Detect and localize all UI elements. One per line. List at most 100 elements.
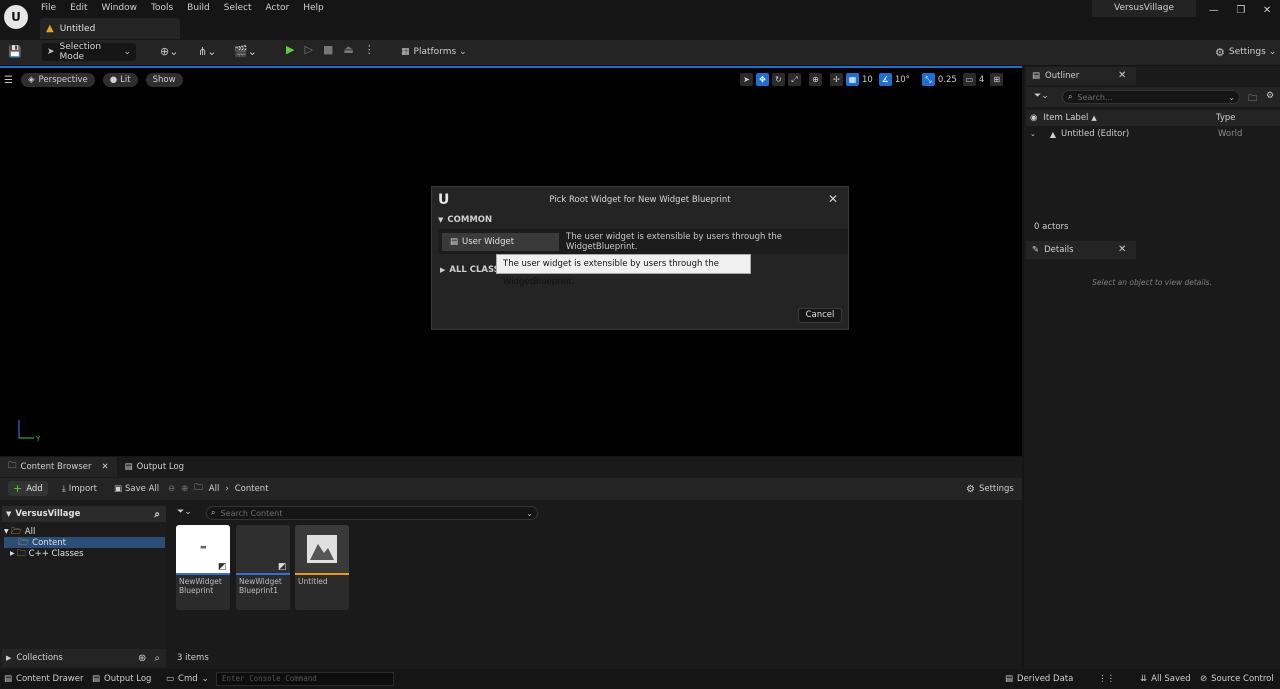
tab-content-browser[interactable]: 🗀 Content Browser ✕ (0, 457, 117, 477)
lit-button[interactable]: ● Lit (102, 73, 138, 87)
minimize-icon[interactable]: — (1209, 5, 1219, 16)
blueprint-icon[interactable]: ⋔⌄ (198, 45, 216, 58)
revision-control-icon[interactable]: ⋮⋮ (1098, 672, 1115, 686)
cancel-button[interactable]: Cancel (798, 308, 842, 323)
tree-item-cpp-classes[interactable]: ▶ 🗀 C++ Classes (10, 548, 160, 559)
add-collection-icon[interactable]: ⊕ (138, 653, 146, 664)
grid-snap-icon[interactable]: ▦ (846, 73, 859, 86)
eject-icon[interactable]: ⏏ (343, 43, 353, 56)
axis-indicator-icon: Y (18, 420, 41, 443)
eye-icon[interactable]: ◉ (1030, 113, 1037, 123)
surface-snap-icon[interactable]: ✢ (830, 73, 843, 86)
tree-item-content[interactable]: 🗁 Content (4, 537, 165, 548)
main-menu: File Edit Window Tools Build Select Acto… (34, 0, 331, 16)
outliner-row[interactable]: ⌄ ▲ Untitled (Editor) World (1026, 127, 1280, 141)
perspective-button[interactable]: ◈ Perspective (20, 73, 95, 87)
world-space-icon[interactable]: ⊕ (809, 73, 822, 86)
save-all-button[interactable]: ▣ Save All (114, 481, 159, 497)
grid-snap-value[interactable]: 10 (862, 75, 873, 85)
search-icon[interactable]: ⌕ (154, 653, 160, 664)
menu-select[interactable]: Select (217, 0, 259, 16)
asset-tile[interactable]: ▬ ◩ NewWidget Blueprint (176, 525, 230, 610)
rotate-tool-icon[interactable]: ↻ (772, 73, 785, 86)
menu-tools[interactable]: Tools (144, 0, 180, 16)
sources-header[interactable]: ▼ VersusVillage ⌕ (2, 506, 166, 522)
scale-snap-value[interactable]: 0.25 (938, 75, 957, 85)
outliner-row-type: World (1218, 129, 1243, 139)
source-control-button[interactable]: ⊘ Source Control (1200, 672, 1274, 686)
output-log-button[interactable]: ▤ Output Log (92, 672, 151, 686)
rotation-snap-icon[interactable]: ∡ (878, 73, 892, 86)
all-saved-button[interactable]: ⇊ All Saved (1140, 672, 1191, 686)
breadcrumb-all[interactable]: All (209, 484, 220, 494)
camera-speed-value[interactable]: 4 (979, 75, 984, 85)
collections-header[interactable]: ▶ Collections ⊕ ⌕ (2, 649, 166, 667)
play-icon[interactable]: ▶ (286, 43, 294, 56)
menu-window[interactable]: Window (95, 0, 145, 16)
gear-icon[interactable]: ⚙ (1266, 91, 1274, 101)
close-icon[interactable]: ✕ (828, 192, 838, 206)
forward-icon[interactable]: ⊕ (181, 484, 188, 494)
document-tab[interactable]: ▲ Untitled (40, 18, 180, 39)
close-icon[interactable]: ✕ (1263, 5, 1271, 16)
translate-tool-icon[interactable]: ✥ (756, 73, 769, 86)
save-icon[interactable]: 💾 (8, 45, 22, 58)
close-icon[interactable]: ✕ (1118, 244, 1126, 255)
user-widget-button[interactable]: ▤ User Widget (442, 233, 559, 251)
menu-help[interactable]: Help (296, 0, 331, 16)
stop-icon[interactable]: ■ (323, 43, 333, 56)
column-item-label[interactable]: Item Label (1043, 113, 1088, 123)
save-icon: ▣ (114, 484, 123, 494)
maximize-viewport-icon[interactable]: ⊞ (990, 73, 1004, 86)
more-options-icon[interactable]: ⋮ (364, 43, 375, 56)
cinematics-icon[interactable]: 🎬⌄ (234, 45, 257, 58)
asset-search-input[interactable]: ⌕ Search Content ⌄ (206, 506, 538, 520)
menu-actor[interactable]: Actor (259, 0, 297, 16)
chevron-down-icon: ⌄ (201, 674, 209, 684)
content-settings-button[interactable]: ⚙ Settings (966, 481, 1014, 497)
platforms-dropdown[interactable]: ▦ Platforms ⌄ (396, 43, 472, 61)
common-section-header[interactable]: ▼ COMMON (438, 215, 492, 225)
import-button[interactable]: ⤓ Import (62, 481, 97, 497)
menu-edit[interactable]: Edit (63, 0, 94, 16)
search-icon[interactable]: ⌕ (154, 509, 160, 520)
camera-speed-icon[interactable]: ▭ (962, 73, 976, 86)
asset-tile[interactable]: ◩ NewWidget Blueprint1 (236, 525, 290, 610)
filter-icon[interactable]: ⏷⌄ (177, 507, 192, 517)
unreal-logo-icon[interactable]: U (4, 5, 28, 29)
add-actor-icon[interactable]: ⊕⌄ (160, 45, 178, 58)
select-tool-icon[interactable]: ➤ (740, 73, 753, 86)
restore-icon[interactable]: ❐ (1236, 5, 1245, 16)
add-folder-icon[interactable]: 🗀 (1248, 91, 1257, 107)
status-bar: ▤ Content Drawer ▤ Output Log ▭ Cmd ⌄ En… (0, 669, 1280, 689)
back-icon[interactable]: ⊖ (168, 484, 175, 494)
close-icon[interactable]: ✕ (1118, 70, 1126, 81)
column-type[interactable]: Type (1216, 113, 1236, 123)
output-log-label: Output Log (104, 674, 152, 684)
hamburger-menu-icon[interactable]: ☰ (4, 75, 13, 86)
settings-button[interactable]: ⚙ Settings ⌄ (1210, 43, 1280, 61)
rotation-snap-value[interactable]: 10° (895, 75, 910, 85)
close-icon[interactable]: ✕ (101, 462, 108, 472)
scale-snap-icon[interactable]: ⤡ (921, 73, 935, 86)
menu-build[interactable]: Build (180, 0, 217, 16)
scale-tool-icon[interactable]: ⤢ (788, 73, 801, 86)
content-drawer-button[interactable]: ▤ Content Drawer (4, 672, 83, 686)
folder-icon[interactable]: 🗀 (194, 482, 203, 496)
asset-tile[interactable]: Untitled (295, 525, 349, 610)
derived-data-button[interactable]: ▤ Derived Data (1005, 672, 1073, 686)
step-icon[interactable]: ▷ (304, 43, 312, 56)
cmd-dropdown[interactable]: ▭ Cmd ⌄ (166, 672, 209, 686)
outliner-search-input[interactable]: ⌕ Search... ⌄ (1062, 90, 1240, 104)
content-settings-label: Settings (978, 484, 1014, 494)
tab-output-log[interactable]: ▤ Output Log (117, 457, 192, 477)
filter-icon[interactable]: ⏷⌄ (1034, 91, 1049, 101)
selection-mode-dropdown[interactable]: ➤ Selection Mode ⌄ (42, 42, 136, 62)
outliner-tab-label: Outliner (1045, 71, 1080, 81)
add-button[interactable]: + Add (8, 481, 48, 496)
breadcrumb-content[interactable]: Content (235, 484, 269, 494)
show-button[interactable]: Show (145, 73, 183, 87)
menu-file[interactable]: File (34, 0, 63, 16)
console-command-input[interactable]: Enter Console Command (216, 672, 394, 686)
content-browser-toolbar: + Add ⤓ Import ▣ Save All ⊖ ⊕ 🗀 All › Co… (0, 478, 1022, 500)
